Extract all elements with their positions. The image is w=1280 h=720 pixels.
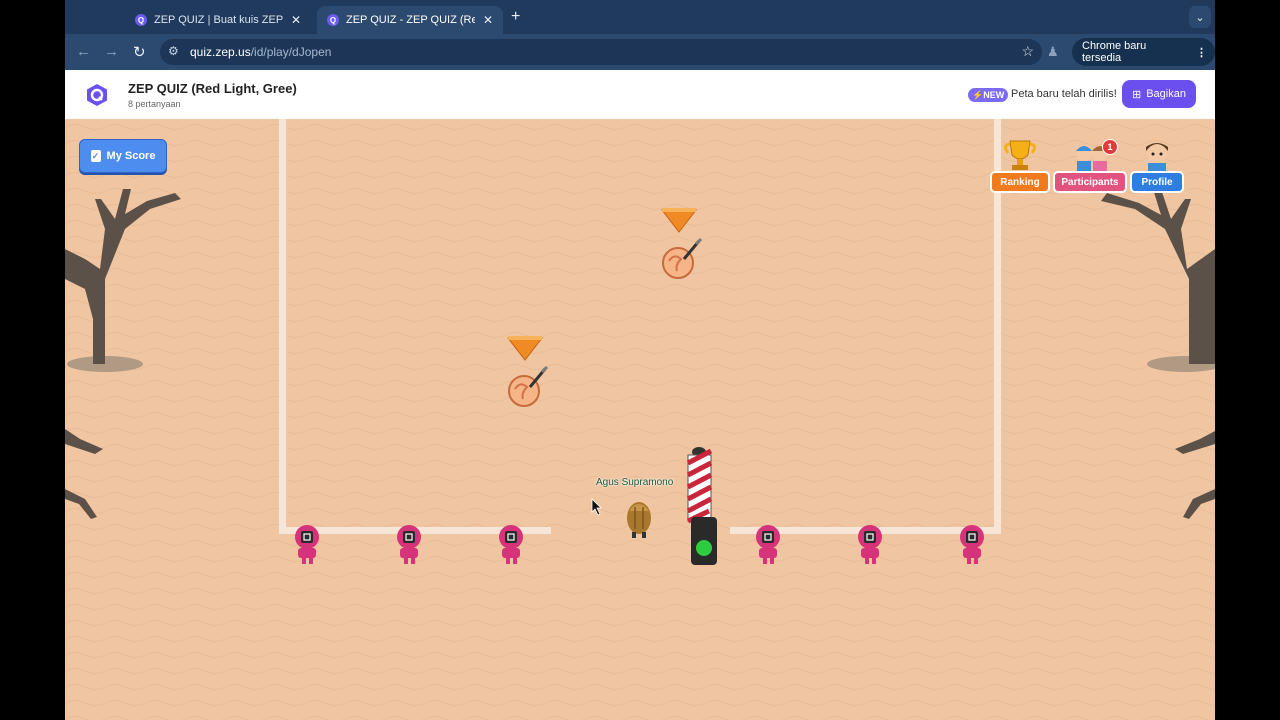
share-button[interactable]: ⊞ Bagikan <box>1122 80 1196 108</box>
tab-strip: Q ZEP QUIZ | Buat kuis ZEP and ✕ Q ZEP Q… <box>65 0 1215 34</box>
zep-logo-icon[interactable] <box>85 83 109 107</box>
new-map-announcement[interactable]: Peta baru telah dirilis! <box>1011 88 1117 100</box>
my-score-label: My Score <box>106 150 156 162</box>
page-title: ZEP QUIZ (Red Light, Gree) <box>128 81 297 96</box>
address-bar[interactable]: ⚙ quiz.zep.us/id/play/dJopen ☆ <box>160 39 1042 65</box>
url-text: quiz.zep.us/id/play/dJopen <box>190 45 331 59</box>
zep-header: ZEP QUIZ (Red Light, Gree) 8 pertanyaan … <box>65 70 1215 119</box>
tab-title: ZEP QUIZ - ZEP QUIZ (Red Li <box>346 14 475 26</box>
tab-title: ZEP QUIZ | Buat kuis ZEP and <box>154 14 283 26</box>
more-menu-icon[interactable]: ⋮ <box>1196 46 1207 59</box>
profile-avatar-icon <box>1132 139 1182 171</box>
reload-icon[interactable]: ↻ <box>133 43 146 61</box>
grid-icon: ⊞ <box>1132 88 1142 101</box>
zep-favicon-icon: Q <box>135 14 147 26</box>
profile-label: Profile <box>1130 171 1184 193</box>
bolt-icon: ⚡ <box>972 89 984 100</box>
browser-window: Q ZEP QUIZ | Buat kuis ZEP and ✕ Q ZEP Q… <box>65 0 1215 720</box>
tab-zep-quiz-create[interactable]: Q ZEP QUIZ | Buat kuis ZEP and ✕ <box>125 6 311 34</box>
zep-favicon-icon: Q <box>327 14 339 26</box>
tab-zep-quiz-play[interactable]: Q ZEP QUIZ - ZEP QUIZ (Red Li ✕ <box>317 6 503 34</box>
checklist-icon: ✓ <box>90 150 101 162</box>
extension-icon[interactable]: ♟ <box>1047 44 1059 60</box>
close-icon[interactable]: ✕ <box>483 13 493 27</box>
browser-toolbar: ← → ↻ ⚙ quiz.zep.us/id/play/dJopen ☆ ♟ C… <box>65 34 1215 70</box>
ranking-button[interactable]: Ranking <box>990 139 1050 193</box>
share-label: Bagikan <box>1146 88 1186 100</box>
participants-icon: 1 <box>1060 139 1120 171</box>
back-arrow-icon[interactable]: ← <box>76 43 91 60</box>
tab-search-chevron-icon[interactable]: ⌄ <box>1189 6 1211 28</box>
participants-button[interactable]: 1 Participants <box>1053 139 1127 193</box>
my-score-button[interactable]: ✓ My Score <box>79 139 167 173</box>
bookmark-star-icon[interactable]: ☆ <box>1021 43 1034 60</box>
url-host: quiz.zep.us <box>190 45 251 59</box>
site-settings-icon[interactable]: ⚙ <box>168 44 179 58</box>
trophy-icon <box>995 139 1045 171</box>
game-map <box>65 119 1215 720</box>
new-tab-plus-icon[interactable]: + <box>511 8 520 26</box>
forward-arrow-icon[interactable]: → <box>104 43 119 60</box>
chrome-update-button[interactable]: Chrome baru tersedia ⋮ <box>1072 38 1215 66</box>
close-icon[interactable]: ✕ <box>291 13 301 27</box>
new-badge: ⚡ NEW <box>968 88 1009 102</box>
participants-count-badge: 1 <box>1102 139 1118 155</box>
update-label: Chrome baru tersedia <box>1082 40 1147 64</box>
url-path: /id/play/dJopen <box>250 45 332 59</box>
question-count: 8 pertanyaan <box>128 99 181 109</box>
player-name-label: Agus Supramono <box>596 477 674 488</box>
game-canvas[interactable]: ✓ My Score Ranking 1 Participants Profil… <box>65 119 1215 720</box>
participants-label: Participants <box>1053 171 1127 193</box>
profile-button[interactable]: Profile <box>1130 139 1184 193</box>
ranking-label: Ranking <box>990 171 1050 193</box>
new-badge-label: NEW <box>983 90 1005 100</box>
